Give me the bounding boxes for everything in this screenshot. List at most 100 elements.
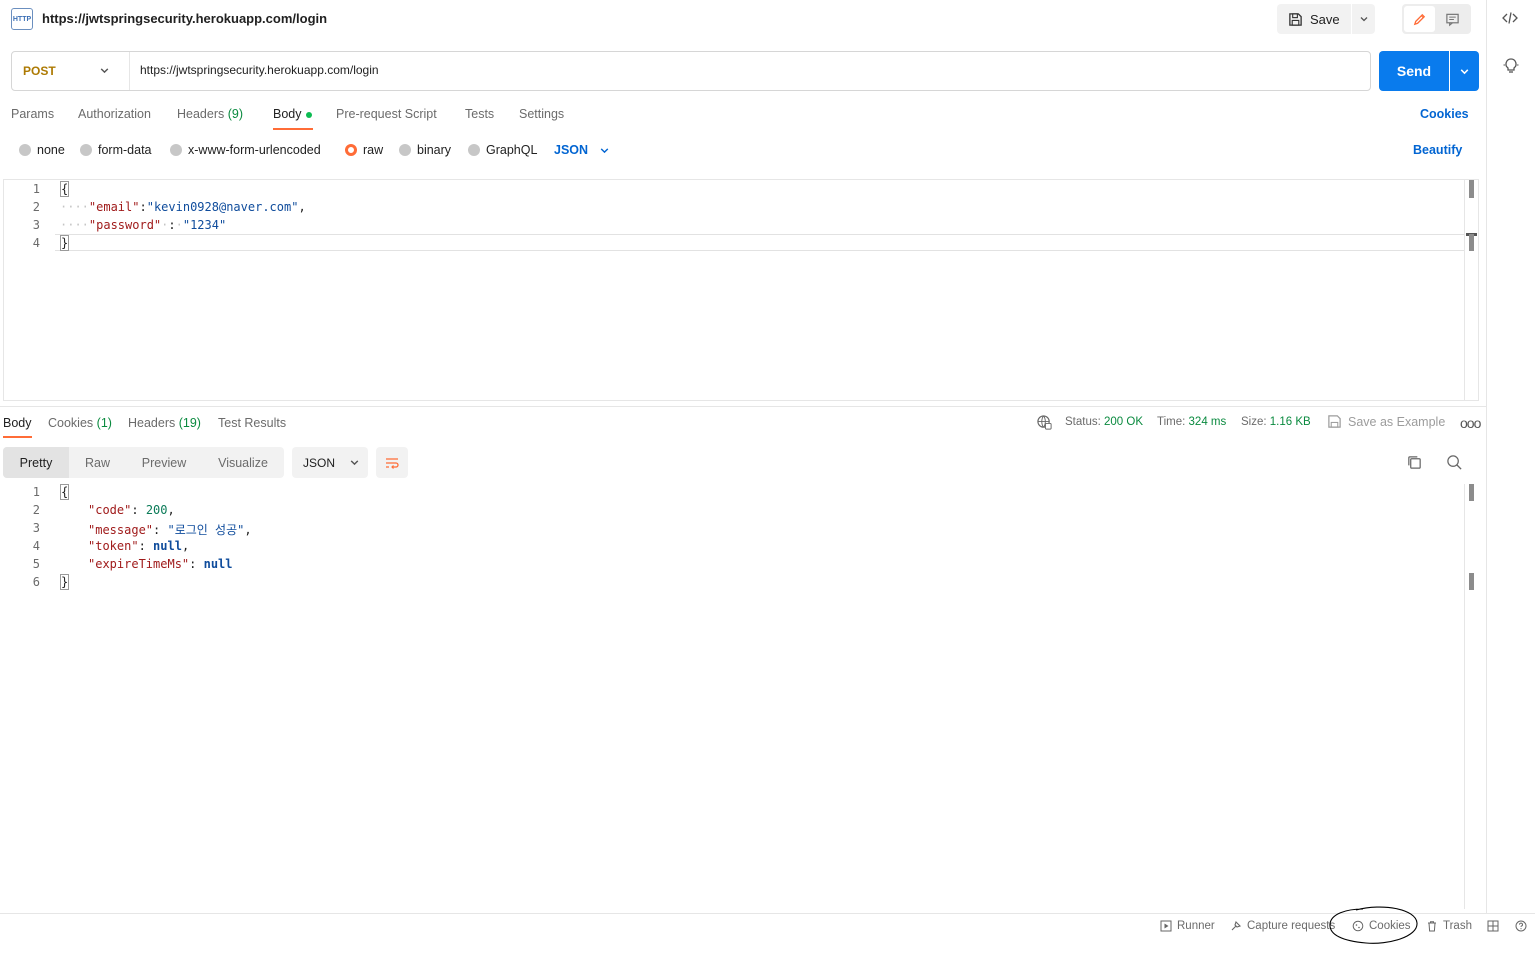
copy-icon [1408, 456, 1421, 469]
size-value: 1.16 KB [1269, 416, 1311, 428]
tab-headers-count: (9) [227, 107, 244, 121]
help-icon [1515, 920, 1527, 932]
json-null: null [203, 557, 233, 571]
response-tab-test-results[interactable]: Test Results [218, 416, 286, 430]
response-tab-body[interactable]: Body [3, 416, 32, 430]
response-scrollbar-track [1464, 484, 1465, 909]
size-label: Size: [1241, 416, 1267, 428]
response-scroll-marker [1469, 573, 1474, 590]
active-tab-underline [273, 128, 313, 130]
method-dropdown[interactable] [99, 65, 110, 76]
search-response-button[interactable] [1446, 454, 1463, 471]
response-time[interactable]: Time: 324 ms [1157, 416, 1226, 428]
radio-graphql[interactable]: GraphQL [468, 143, 537, 157]
response-tab-headers[interactable]: Headers (19) [128, 416, 201, 430]
chevron-down-icon [1360, 17, 1367, 22]
chevron-down-icon [350, 460, 359, 466]
radio-binary[interactable]: binary [399, 143, 451, 157]
help-button[interactable] [1515, 920, 1527, 932]
code-line: "expireTimeMs": null [88, 557, 233, 571]
code-line: "message": "로그인 성공", [88, 523, 252, 537]
comment-icon [1446, 13, 1459, 26]
radio-dot [80, 144, 92, 156]
lightbulb-icon [1503, 58, 1519, 73]
http-method-select[interactable]: POST [23, 64, 56, 78]
cookies-link[interactable]: Cookies [1420, 107, 1469, 121]
response-divider[interactable] [0, 406, 1486, 407]
code-line: "token": null, [88, 539, 190, 553]
tab-body[interactable]: Body [273, 107, 302, 121]
beautify-button[interactable]: Beautify [1413, 143, 1462, 157]
code-snippet-button[interactable] [1501, 9, 1519, 27]
send-options-button[interactable] [1450, 51, 1479, 91]
wrap-lines-icon [386, 457, 399, 469]
copy-response-button[interactable] [1406, 454, 1423, 471]
two-pane-view-button[interactable] [1487, 920, 1499, 932]
json-key: "email" [88, 200, 140, 214]
radio-none[interactable]: none [19, 143, 65, 157]
tab-settings[interactable]: Settings [519, 107, 564, 121]
tab-params[interactable]: Params [11, 107, 54, 121]
url-input[interactable]: https://jwtspringsecurity.herokuapp.com/… [140, 63, 379, 77]
radio-dot [399, 144, 411, 156]
wrap-lines-button[interactable] [376, 447, 408, 478]
editor-scrollbar-thumb[interactable] [1469, 180, 1474, 198]
radio-label: GraphQL [486, 143, 538, 157]
code-line: { [60, 181, 70, 197]
radio-dot [170, 144, 182, 156]
editor-scroll-marker [1469, 234, 1474, 251]
response-status[interactable]: Status: 200 OK [1065, 416, 1143, 428]
view-preview[interactable]: Preview [126, 447, 202, 478]
radio-form-data[interactable]: form-data [80, 143, 152, 157]
response-size[interactable]: Size: 1.16 KB [1241, 416, 1311, 428]
save-button[interactable]: Save [1277, 4, 1351, 34]
json-number: 200 [145, 503, 168, 517]
radio-urlencoded[interactable]: x-www-form-urlencoded [170, 143, 321, 157]
tab-authorization[interactable]: Authorization [78, 107, 151, 121]
request-title[interactable]: https://jwtspringsecurity.herokuapp.com/… [42, 11, 327, 26]
radio-raw[interactable]: raw [345, 143, 383, 157]
send-button[interactable]: Send [1379, 51, 1449, 91]
search-icon [1447, 455, 1462, 470]
time-label: Time: [1157, 416, 1186, 428]
json-key: "password" [88, 218, 162, 232]
view-pretty[interactable]: Pretty [3, 447, 69, 478]
code-line: ····"password"·:·"1234" [60, 218, 227, 232]
line-number: 3 [32, 218, 40, 232]
view-visualize[interactable]: Visualize [202, 447, 284, 478]
status-label: Status: [1065, 416, 1101, 428]
http-request-icon: HTTP [11, 8, 33, 30]
current-line-highlight [55, 234, 1464, 251]
response-tab-cookies[interactable]: Cookies (1) [48, 416, 112, 430]
format-dropdown[interactable] [599, 145, 610, 156]
tab-tests[interactable]: Tests [465, 107, 494, 121]
json-key: "expireTimeMs" [88, 557, 190, 571]
comments-button[interactable] [1437, 6, 1468, 32]
save-label: Save [1310, 11, 1340, 27]
save-as-example-button[interactable]: Save as Example [1327, 414, 1445, 429]
save-as-example-label: Save as Example [1348, 414, 1446, 429]
time-value: 324 ms [1188, 416, 1227, 428]
line-number: 5 [32, 557, 40, 571]
response-format-label: JSON [303, 455, 336, 470]
code-icon [1502, 12, 1518, 24]
code-line: } [60, 235, 70, 251]
code-line: { [60, 484, 70, 500]
tab-headers[interactable]: Headers (9) [177, 107, 243, 121]
context-help-button[interactable] [1502, 57, 1520, 75]
body-format-select[interactable]: JSON [554, 143, 588, 157]
view-raw[interactable]: Raw [69, 447, 126, 478]
save-options-button[interactable] [1352, 4, 1375, 34]
response-scrollbar-thumb[interactable] [1469, 484, 1474, 501]
network-globe-icon[interactable] [1036, 414, 1053, 431]
runner-button[interactable]: Runner [1160, 920, 1215, 932]
response-tab-cookies-count: (1) [96, 416, 112, 430]
more-options-button[interactable]: ooo [1460, 415, 1481, 431]
edit-mode-button[interactable] [1404, 6, 1435, 32]
trash-button[interactable]: Trash [1426, 920, 1472, 932]
json-key: "token" [88, 539, 139, 553]
save-icon [1328, 415, 1341, 428]
response-format-select[interactable]: JSON [292, 447, 368, 478]
tab-pre-request-script[interactable]: Pre-request Script [336, 107, 437, 121]
capture-requests-button[interactable]: Capture requests [1230, 920, 1335, 932]
